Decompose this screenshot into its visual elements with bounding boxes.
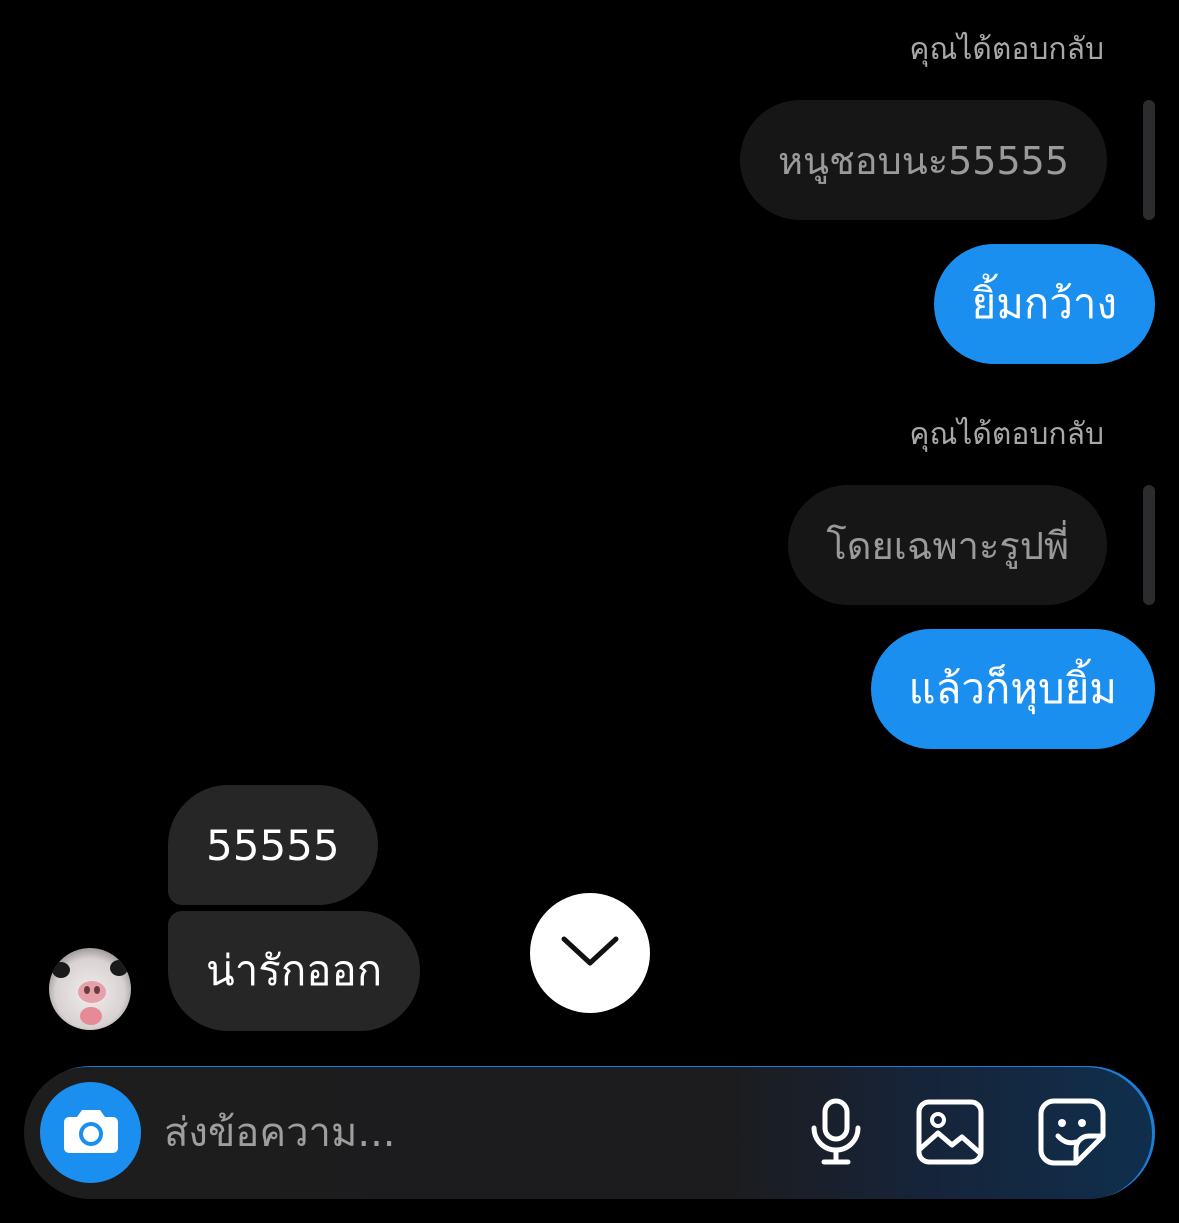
quoted-message[interactable]: หนูชอบนะ55555 bbox=[739, 100, 1107, 220]
voice-message-button[interactable] bbox=[798, 1096, 874, 1172]
message-input[interactable] bbox=[162, 1092, 766, 1174]
microphone-icon bbox=[808, 1098, 864, 1170]
gallery-button[interactable] bbox=[912, 1096, 988, 1172]
reply-label: คุณได้ตอบกลับ bbox=[909, 32, 1104, 67]
camera-button[interactable] bbox=[40, 1082, 141, 1183]
chevron-down-icon bbox=[558, 931, 622, 975]
received-message[interactable]: น่ารักออก bbox=[168, 911, 421, 1031]
message-composer bbox=[24, 1066, 1155, 1199]
avatar[interactable] bbox=[49, 948, 131, 1030]
reply-quote-bar bbox=[1143, 485, 1155, 605]
received-message[interactable]: 55555 bbox=[168, 785, 378, 905]
reply-quote-bar bbox=[1143, 100, 1155, 220]
scroll-to-bottom-button[interactable] bbox=[530, 893, 650, 1013]
reply-label: คุณได้ตอบกลับ bbox=[909, 417, 1104, 452]
sticker-button[interactable] bbox=[1034, 1096, 1110, 1172]
quoted-message[interactable]: โดยเฉพาะรูปพี่ bbox=[788, 485, 1107, 605]
sent-message[interactable]: แล้วก็หุบยิ้ม bbox=[870, 629, 1155, 749]
sticker-icon bbox=[1038, 1098, 1106, 1170]
avatar-image bbox=[49, 948, 131, 1030]
sent-message[interactable]: ยิ้มกว้าง bbox=[933, 244, 1155, 364]
camera-icon bbox=[62, 1106, 120, 1160]
image-icon bbox=[916, 1099, 984, 1169]
